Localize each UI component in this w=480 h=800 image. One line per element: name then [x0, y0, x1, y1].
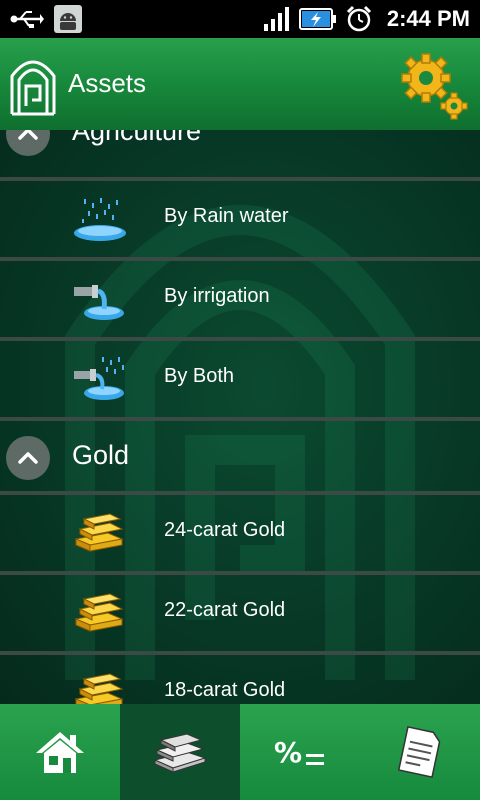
group-header-gold[interactable]: Gold [0, 421, 480, 499]
collapse-button[interactable] [6, 130, 50, 156]
tab-calculator[interactable]: % [240, 704, 360, 800]
collapse-button[interactable] [6, 436, 50, 480]
list-item-24-carat[interactable]: 24-carat Gold [0, 495, 480, 571]
item-label: 18-carat Gold [164, 679, 286, 701]
list-item-18-carat[interactable]: 18-carat Gold [0, 655, 480, 704]
group-label: Agriculture [72, 130, 202, 146]
item-label: By irrigation [164, 285, 270, 307]
list-item-irrigation[interactable]: By irrigation [0, 261, 480, 337]
alarm-clock-icon [346, 5, 371, 32]
gold-bars-icon [74, 513, 124, 552]
app-header: Assets [0, 38, 480, 132]
asset-list[interactable]: Agriculture By Rain water By irrigation [0, 130, 480, 704]
svg-text:%: % [274, 736, 302, 769]
rain-water-icon [74, 198, 126, 241]
item-label: By Rain water [164, 205, 289, 227]
percent-equals-icon: % [274, 736, 324, 769]
settings-gears-icon[interactable] [398, 50, 468, 120]
tab-notes[interactable] [360, 704, 480, 800]
status-bar: 2:44 PM [0, 0, 480, 38]
books-icon [153, 733, 207, 772]
item-label: By Both [164, 365, 235, 387]
rain-irrigation-icon [74, 357, 124, 400]
android-debug-icon [54, 5, 82, 33]
list-item-both[interactable]: By Both [0, 341, 480, 417]
signal-icon [263, 7, 289, 31]
tab-home[interactable] [0, 704, 120, 800]
app-logo-icon [10, 60, 56, 116]
chevron-up-icon [18, 130, 38, 140]
bottom-tab-bar: % [0, 704, 480, 800]
irrigation-icon [74, 285, 124, 320]
group-label: Gold [72, 440, 130, 470]
tab-books[interactable] [120, 704, 240, 800]
item-label: 22-carat Gold [164, 599, 286, 621]
gold-bars-icon [74, 673, 124, 704]
page-title: Assets [68, 68, 147, 98]
gold-bars-icon [74, 593, 124, 632]
status-time: 2:44 PM [386, 6, 470, 31]
chevron-up-icon [18, 452, 38, 464]
usb-icon [10, 11, 44, 28]
battery-charging-icon [298, 8, 336, 30]
document-icon [397, 726, 441, 778]
home-icon [36, 732, 84, 773]
list-item-22-carat[interactable]: 22-carat Gold [0, 575, 480, 651]
item-label: 24-carat Gold [164, 519, 286, 541]
list-item-rain-water[interactable]: By Rain water [0, 181, 480, 257]
